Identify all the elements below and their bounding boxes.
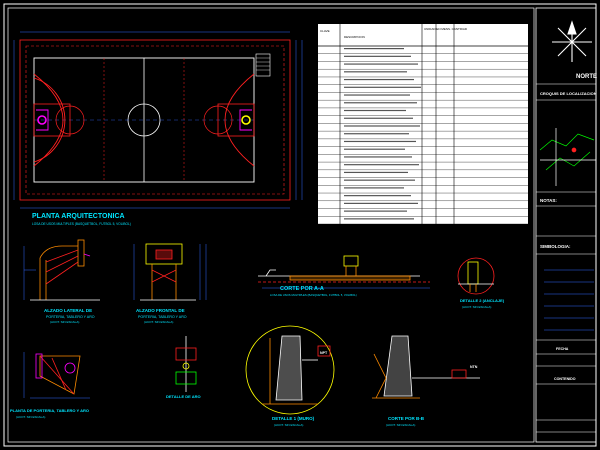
- table-row-text: [344, 63, 418, 65]
- section-b-b: [372, 335, 480, 399]
- detalle-aro-title: DETALLE DE ARO: [166, 394, 201, 399]
- section-a-a: [258, 255, 430, 289]
- cad-drawing-sheet: PLANTA ARQUITECTONICA LOSA DE USOS MULTI…: [3, 3, 597, 447]
- location-sketch: [539, 128, 596, 186]
- table-row-text: [344, 55, 411, 57]
- goal-plan: [23, 352, 90, 399]
- detalle1-sub: (ACOT. SIN ESCALA): [274, 423, 303, 427]
- corte-bb-title: CORTE POR B-B: [388, 416, 425, 421]
- court-plan: [13, 31, 303, 209]
- detalle1-title: DETALLE 1 (MURO): [272, 416, 315, 421]
- detalle2-title: DETALLE 2 (ANCLAJE): [460, 298, 505, 303]
- symbology-list: [544, 269, 594, 331]
- court-stair: [255, 53, 271, 77]
- detail-1-wall: [245, 325, 335, 415]
- table-row-text: [344, 109, 406, 112]
- croquis-label: CROQUIS DE LOCALIZACION: [540, 91, 597, 96]
- planta-porteria-title: PLANTA DE PORTERIA, TABLERO Y ARO: [10, 408, 89, 413]
- north-label: NORTE: [576, 74, 597, 80]
- fecha-label: FECHA: [556, 347, 569, 351]
- table-row-text: [344, 125, 420, 127]
- table-row-text: [344, 48, 404, 50]
- lateral-sub: PORTERIA, TABLERO Y ARO: [46, 315, 95, 319]
- table-head-mid: DESCRIPCION: [344, 35, 365, 39]
- table-row-text: [344, 94, 410, 96]
- frontal-scale: (ACOT. SIN ESCALA): [144, 320, 173, 324]
- detail-2-anchor: [457, 257, 495, 295]
- table-row-text: [344, 117, 413, 119]
- corte-aa-title: CORTE POR A-A: [280, 286, 324, 292]
- north-arrow-icon: [552, 20, 592, 62]
- table-row-text: [344, 164, 419, 166]
- table-row-text: [344, 156, 412, 158]
- simbologia-label: SIMBOLOGIA:: [540, 244, 571, 249]
- table-row-text: [344, 202, 418, 204]
- table-row-text: [344, 78, 414, 81]
- table-row-text: [344, 187, 404, 189]
- frontal-sub: PORTERIA, TABLERO Y ARO: [138, 315, 187, 319]
- table-row-text: [344, 179, 415, 181]
- detalle2-sub: (ACOT. SIN ESCALA): [462, 305, 491, 309]
- plan-subtitle: LOSA DE USOS MULTIPLES (BASQUETBOL, FUTB…: [32, 222, 131, 226]
- table-row-text: [344, 102, 417, 104]
- table-row-text: [344, 86, 421, 88]
- corte-bb-sub: (ACOT. SIN ESCALA): [386, 423, 415, 427]
- lateral-scale: (ACOT. SIN ESCALA): [50, 320, 79, 324]
- frontal-elevation: [133, 243, 207, 301]
- frontal-title: ALZADO FRONTAL DE: [136, 308, 185, 313]
- table-head-left: CLAVE: [320, 29, 330, 33]
- table-row-text: [344, 133, 409, 135]
- table-row-text: [344, 148, 405, 150]
- quantities-table: [318, 24, 528, 225]
- table-row-text: [344, 71, 407, 73]
- contenido-label: CONTENIDO: [554, 377, 576, 381]
- corte-aa-sub: LOSA DE USOS MULTIPLES (BASQUETBOL, FUTB…: [270, 293, 357, 297]
- table-row-text: [344, 218, 414, 220]
- table-row-text: [344, 210, 407, 212]
- planta-porteria-sub: (ACOT. SIN ESCALA): [16, 415, 45, 419]
- lateral-elevation: [23, 239, 100, 301]
- notas-label: NOTAS:: [540, 198, 557, 203]
- table-row-text: [344, 195, 411, 197]
- npt-label: NPT: [320, 351, 328, 355]
- plan-title: PLANTA ARQUITECTONICA: [32, 213, 125, 220]
- table-head-right: UNIDAD EN MENS. CANTIDAD: [424, 27, 468, 31]
- ntn-label: NTN: [470, 365, 478, 369]
- hoop-detail: [175, 336, 197, 392]
- table-row-text: [344, 140, 416, 143]
- table-row-text: [344, 171, 408, 174]
- lateral-title: ALZADO LATERAL DE: [44, 308, 92, 313]
